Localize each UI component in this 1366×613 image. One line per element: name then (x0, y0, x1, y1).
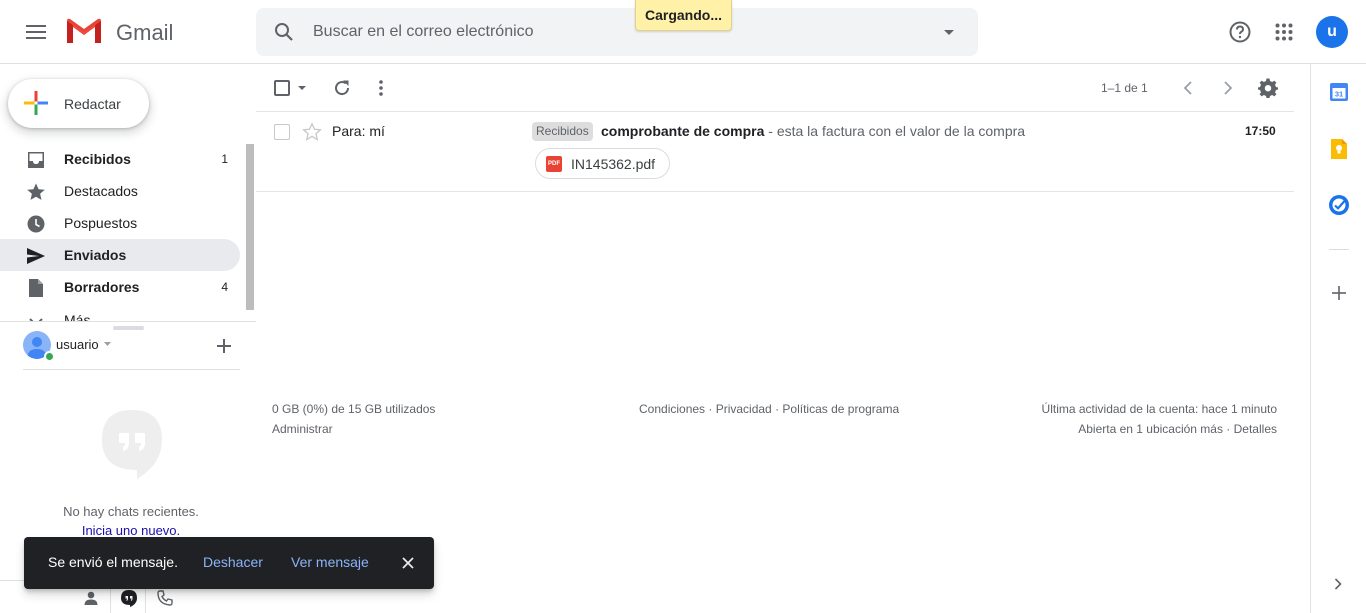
rail-divider (1329, 249, 1349, 250)
chevron-down-icon (29, 318, 43, 321)
nav-label: Borradores (64, 279, 140, 295)
attachment-name: IN145362.pdf (571, 156, 656, 172)
more-options-icon[interactable] (379, 80, 383, 96)
message-row[interactable]: Para: mí Recibidos comprobante de compra… (256, 112, 1294, 191)
message-subject: comprobante de compra (601, 123, 765, 139)
search-options-button[interactable] (929, 12, 969, 52)
undo-button[interactable]: Deshacer (203, 554, 263, 570)
chevron-left-icon[interactable] (1183, 81, 1193, 95)
phone-icon[interactable] (157, 590, 173, 606)
snackbar-notification: Se envió el mensaje. Deshacer Ver mensaj… (24, 537, 434, 589)
select-dropdown-caret-icon[interactable] (298, 86, 306, 90)
sidebar-divider (0, 321, 256, 322)
panel-resize-handle[interactable] (113, 326, 144, 330)
caret-down-icon (944, 29, 954, 35)
draft-icon (29, 279, 43, 297)
gmail-logo-icon[interactable] (65, 17, 103, 45)
calendar-icon[interactable]: 31 (1330, 83, 1348, 101)
inbox-icon (28, 152, 44, 168)
account-details-link[interactable]: Abierta en 1 ubicación más · Detalles (1078, 422, 1277, 436)
no-chats-text: No hay chats recientes. (63, 504, 199, 519)
search-button[interactable] (264, 12, 304, 52)
loading-indicator: Cargando... (635, 0, 732, 31)
keep-icon[interactable] (1331, 139, 1347, 159)
nav-item-inbox[interactable]: Recibidos 1 (0, 143, 240, 175)
apps-button[interactable] (1264, 12, 1304, 52)
chat-bubble-icon (121, 590, 137, 607)
main-menu-button[interactable] (16, 12, 56, 52)
nav-label: Más (64, 312, 91, 321)
compose-label: Redactar (64, 95, 121, 112)
get-addons-plus-icon[interactable] (1332, 286, 1346, 300)
apps-grid-icon (1275, 23, 1293, 41)
select-all-checkbox[interactable] (274, 80, 290, 96)
nav-item-drafts[interactable]: Borradores 4 (0, 271, 240, 303)
search-bar (256, 8, 978, 56)
nav-item-more[interactable]: Más (0, 303, 240, 321)
caret-down-icon[interactable] (104, 342, 111, 346)
view-message-button[interactable]: Ver mensaje (291, 554, 369, 570)
pdf-file-icon: PDF (546, 156, 562, 172)
message-checkbox[interactable] (274, 124, 290, 140)
svg-text:31: 31 (1335, 90, 1343, 99)
pagination-text[interactable]: 1–1 de 1 (1101, 81, 1148, 95)
nav-item-starred[interactable]: Destacados (0, 175, 240, 207)
contacts-person-icon[interactable] (84, 591, 98, 605)
last-activity-text: Última actividad de la cuenta: hace 1 mi… (1041, 402, 1277, 416)
storage-usage: 0 GB (0%) de 15 GB utilizados (272, 402, 436, 416)
nav-label: Destacados (64, 183, 138, 199)
star-icon (27, 183, 45, 200)
send-icon (27, 248, 45, 264)
hangouts-divider (23, 369, 240, 370)
chevron-right-icon[interactable] (1223, 81, 1233, 95)
message-snippet: - esta la factura con el valor de la com… (764, 123, 1026, 139)
app-name: Gmail (116, 20, 174, 45)
chevron-right-icon[interactable] (1334, 578, 1342, 590)
new-chat-plus-icon[interactable] (217, 339, 231, 353)
message-time: 17:50 (1245, 124, 1276, 138)
compose-plus-icon (24, 91, 48, 115)
start-new-chat-link[interactable]: Inicia uno nuevo. (0, 523, 262, 538)
compose-button[interactable]: Redactar (8, 79, 149, 128)
sidebar-scrollbar[interactable] (246, 144, 254, 310)
manage-storage-link[interactable]: Administrar (272, 422, 333, 436)
close-icon[interactable] (402, 557, 414, 569)
nav-item-snoozed[interactable]: Pospuestos (0, 207, 240, 239)
message-recipient: Para: mí (332, 123, 385, 139)
nav-label: Recibidos (64, 151, 131, 167)
search-icon (275, 23, 293, 41)
app-header: Gmail Cargando... u (0, 0, 1366, 64)
nav-count: 1 (221, 152, 228, 166)
tasks-icon[interactable] (1329, 195, 1349, 215)
nav-label: Pospuestos (64, 215, 138, 231)
refresh-icon[interactable] (333, 79, 351, 97)
settings-gear-icon[interactable] (1258, 78, 1278, 98)
hangouts-username[interactable]: usuario (56, 337, 99, 352)
snackbar-message: Se envió el mensaje. (48, 554, 178, 570)
hamburger-menu-icon (26, 25, 46, 39)
support-button[interactable] (1220, 12, 1260, 52)
online-status-dot (44, 351, 55, 362)
search-input[interactable] (313, 20, 913, 44)
nav-label: Enviados (64, 247, 127, 263)
policy-links[interactable]: Condiciones · Privacidad · Políticas de … (639, 402, 899, 416)
hangouts-logo-icon (102, 410, 162, 479)
account-avatar[interactable]: u (1316, 16, 1348, 48)
attachment-chip[interactable]: PDF IN145362.pdf (535, 148, 670, 179)
nav-count: 4 (221, 280, 228, 294)
nav-item-sent[interactable]: Enviados (0, 239, 240, 271)
help-icon (1229, 21, 1251, 43)
message-row-divider (256, 191, 1294, 192)
label-chip[interactable]: Recibidos (532, 122, 593, 141)
clock-icon (27, 215, 45, 233)
message-summary: comprobante de compra - esta la factura … (601, 123, 1025, 139)
star-outline-icon[interactable] (302, 122, 322, 142)
side-panel-rail: 31 (1310, 64, 1366, 613)
